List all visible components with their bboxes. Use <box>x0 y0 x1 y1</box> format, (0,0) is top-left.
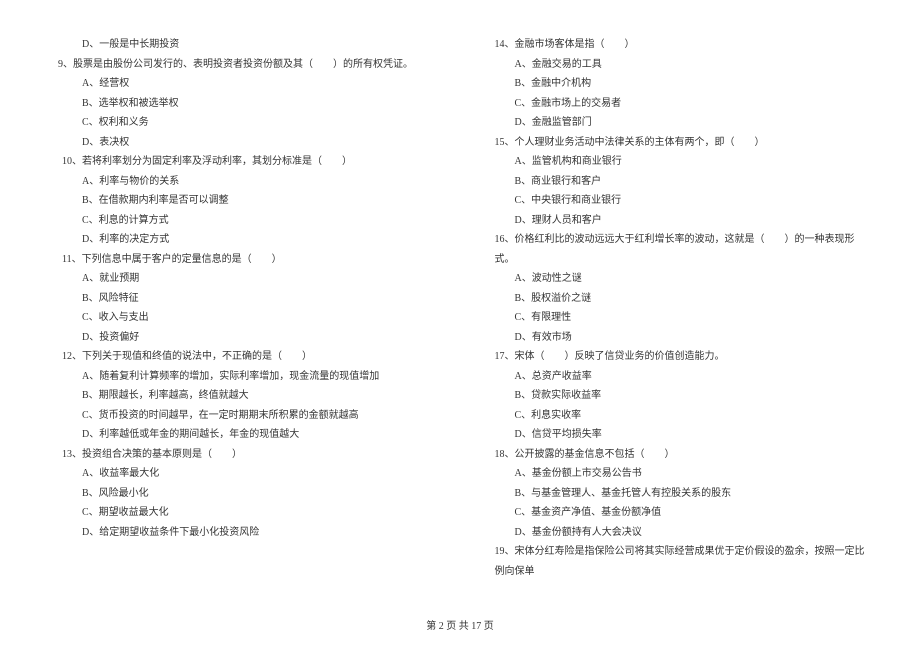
answer-option: C、收入与支出 <box>50 308 438 328</box>
answer-option: B、股权溢价之谜 <box>483 289 871 309</box>
answer-option: A、就业预期 <box>50 269 438 289</box>
answer-option: A、基金份额上市交易公告书 <box>483 464 871 484</box>
answer-option: D、基金份额持有人大会决议 <box>483 523 871 543</box>
answer-option: D、理财人员和客户 <box>483 211 871 231</box>
answer-option: C、有限理性 <box>483 308 871 328</box>
page-footer: 第 2 页 共 17 页 <box>0 617 920 632</box>
question-text: 18、公开披露的基金信息不包括（ ） <box>483 445 871 465</box>
answer-option: A、收益率最大化 <box>50 464 438 484</box>
question-text: 16、价格红利比的波动远远大于红利增长率的波动，这就是（ ）的一种表现形式。 <box>483 230 871 269</box>
answer-option: A、利率与物价的关系 <box>50 172 438 192</box>
answer-option: A、随着复利计算频率的增加，实际利率增加，现金流量的现值增加 <box>50 367 438 387</box>
answer-option: B、风险特征 <box>50 289 438 309</box>
answer-option: D、利率越低或年金的期间越长，年金的现值越大 <box>50 425 438 445</box>
answer-option: A、金融交易的工具 <box>483 55 871 75</box>
question-text: 15、个人理财业务活动中法律关系的主体有两个，即（ ） <box>483 133 871 153</box>
question-text: 17、宋体（ ）反映了信贷业务的价值创造能力。 <box>483 347 871 367</box>
answer-option: B、在借款期内利率是否可以调整 <box>50 191 438 211</box>
answer-option: D、金融监管部门 <box>483 113 871 133</box>
answer-option: C、货币投资的时间越早，在一定时期期末所积累的金额就越高 <box>50 406 438 426</box>
answer-option: D、一般是中长期投资 <box>50 35 438 55</box>
answer-option: C、基金资产净值、基金份额净值 <box>483 503 871 523</box>
answer-option: B、期限越长，利率越高，终值就越大 <box>50 386 438 406</box>
answer-option: A、总资产收益率 <box>483 367 871 387</box>
answer-option: A、波动性之谜 <box>483 269 871 289</box>
answer-option: B、金融中介机构 <box>483 74 871 94</box>
question-text: 9、股票是由股份公司发行的、表明投资者投资份额及其（ ）的所有权凭证。 <box>50 55 438 75</box>
answer-option: B、风险最小化 <box>50 484 438 504</box>
question-text: 14、金融市场客体是指（ ） <box>483 35 871 55</box>
question-text: 12、下列关于现值和终值的说法中，不正确的是（ ） <box>50 347 438 367</box>
question-text: 19、宋体分红寿险是指保险公司将其实际经营成果优于定价假设的盈余，按照一定比例向… <box>483 542 871 581</box>
answer-option: D、利率的决定方式 <box>50 230 438 250</box>
question-text: 13、投资组合决策的基本原则是（ ） <box>50 445 438 465</box>
answer-option: D、有效市场 <box>483 328 871 348</box>
answer-option: A、监管机构和商业银行 <box>483 152 871 172</box>
answer-option: A、经营权 <box>50 74 438 94</box>
answer-option: D、投资偏好 <box>50 328 438 348</box>
question-text: 10、若将利率划分为固定利率及浮动利率，其划分标准是（ ） <box>50 152 438 172</box>
answer-option: C、利息实收率 <box>483 406 871 426</box>
answer-option: B、选举权和被选举权 <box>50 94 438 114</box>
answer-option: C、期望收益最大化 <box>50 503 438 523</box>
answer-option: C、金融市场上的交易者 <box>483 94 871 114</box>
answer-option: D、表决权 <box>50 133 438 153</box>
left-column: D、一般是中长期投资9、股票是由股份公司发行的、表明投资者投资份额及其（ ）的所… <box>50 35 438 581</box>
answer-option: B、与基金管理人、基金托管人有控股关系的股东 <box>483 484 871 504</box>
answer-option: D、信贷平均损失率 <box>483 425 871 445</box>
answer-option: C、利息的计算方式 <box>50 211 438 231</box>
right-column: 14、金融市场客体是指（ ）A、金融交易的工具B、金融中介机构C、金融市场上的交… <box>483 35 871 581</box>
answer-option: C、权利和义务 <box>50 113 438 133</box>
answer-option: B、贷款实际收益率 <box>483 386 871 406</box>
question-text: 11、下列信息中属于客户的定量信息的是（ ） <box>50 250 438 270</box>
answer-option: D、给定期望收益条件下最小化投资风险 <box>50 523 438 543</box>
answer-option: B、商业银行和客户 <box>483 172 871 192</box>
answer-option: C、中央银行和商业银行 <box>483 191 871 211</box>
